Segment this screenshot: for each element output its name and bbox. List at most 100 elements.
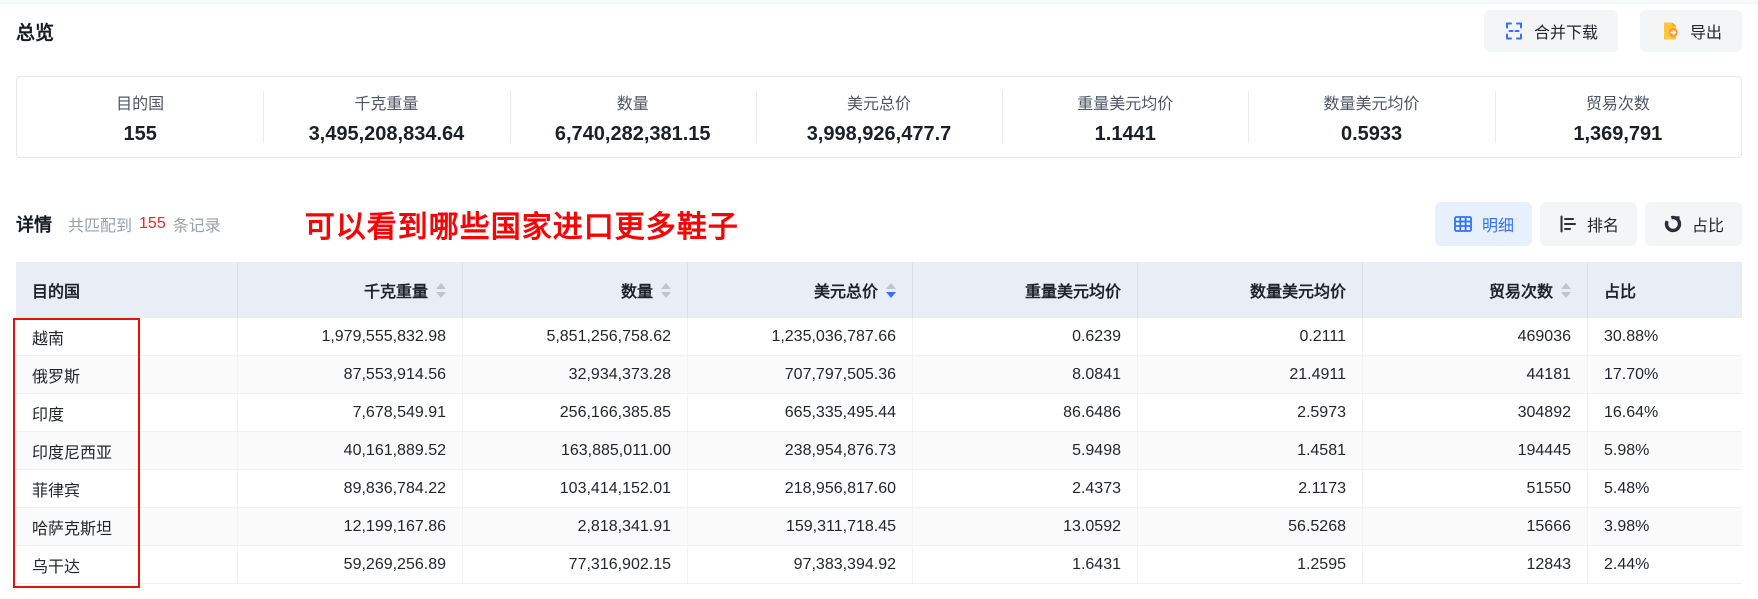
column-header-kg-weight[interactable]: 千克重量 (238, 262, 463, 318)
match-count: 155 (139, 215, 166, 232)
toolbar: 合并下载 导出 (1483, 10, 1742, 52)
cell-usd-total: 665,335,495.44 (688, 394, 913, 431)
data-table: 目的国 千克重量 数量 美元总价 重量美元均价 数量美元均价 贸易次数 占比 越… (16, 262, 1742, 584)
cell-destination-country: 印度尼西亚 (16, 432, 238, 469)
table-row[interactable]: 印度尼西亚 40,161,889.52 163,885,011.00 238,954,… (16, 432, 1742, 470)
cell-share: 17.70% (1604, 365, 1659, 383)
merge-download-button[interactable]: 合并下载 (1483, 10, 1618, 52)
match-suffix: 条记录 (172, 218, 221, 235)
summary-stat-quantity: 数量 6,740,282,381.15 (509, 77, 756, 157)
column-header-label: 数量 (620, 284, 653, 301)
stat-value: 0.5933 (1340, 123, 1403, 145)
column-header-label: 重量美元均价 (1024, 284, 1121, 301)
summary-stat-usd-per-unit: 数量美元均价 0.5933 (1248, 77, 1494, 157)
column-header-usd-per-kg: 重量美元均价 (913, 262, 1138, 318)
column-header-destination-country: 目的国 (16, 262, 238, 318)
sort-icon[interactable] (1561, 282, 1571, 298)
cell-trade-count: 12843 (1363, 546, 1588, 583)
merge-download-icon (1504, 21, 1524, 41)
stat-label: 重量美元均价 (1077, 96, 1174, 113)
stat-label: 美元总价 (846, 96, 911, 113)
cell-usd-total: 97,383,394.92 (688, 546, 913, 583)
top-divider (0, 0, 1758, 4)
column-header-label: 占比 (1604, 284, 1637, 301)
cell-destination-country: 俄罗斯 (16, 356, 238, 393)
cell-kg-weight: 7,678,549.91 (238, 394, 463, 431)
view-tab-proportion[interactable]: 占比 (1644, 202, 1742, 246)
column-header-quantity[interactable]: 数量 (463, 262, 688, 318)
stat-label: 数量 (616, 96, 649, 113)
sort-icon[interactable] (436, 282, 446, 298)
stat-label: 千克重量 (354, 96, 419, 113)
export-button[interactable]: 导出 (1639, 10, 1742, 52)
detail-title: 详情 (16, 215, 52, 235)
column-header-label: 千克重量 (363, 284, 428, 301)
cell-usd-per-kg: 86.6486 (913, 394, 1138, 431)
cell-usd-per-unit: 2.1173 (1138, 470, 1363, 507)
cell-usd-per-unit: 1.2595 (1138, 546, 1363, 583)
cell-trade-count: 304892 (1363, 394, 1588, 431)
cell-kg-weight: 89,836,784.22 (238, 470, 463, 507)
match-prefix: 共匹配到 (68, 218, 133, 235)
cell-destination-country: 哈萨克斯坦 (16, 508, 238, 545)
detail-header: 详情 共匹配到 155 条记录 可以看到哪些国家进口更多鞋子 明细 排名 占比 (16, 200, 1742, 248)
view-tab-detail[interactable]: 明细 (1434, 202, 1532, 246)
cell-kg-weight: 12,199,167.86 (238, 508, 463, 545)
cell-quantity: 77,316,902.15 (463, 546, 688, 583)
summary-stat-usd-per-kg: 重量美元均价 1.1441 (1002, 77, 1248, 157)
cell-quantity: 103,414,152.01 (463, 470, 688, 507)
cell-destination-country: 菲律宾 (16, 470, 238, 507)
table-row[interactable]: 哈萨克斯坦 12,199,167.86 2,818,341.91 159,311,71… (16, 508, 1742, 546)
table-row[interactable]: 越南 1,979,555,832.98 5,851,256,758.62 1,235,… (16, 318, 1742, 356)
cell-share: 5.48% (1604, 479, 1650, 497)
ranking-icon (1558, 214, 1578, 234)
cell-destination-country: 越南 (16, 318, 238, 355)
table-header-row: 目的国 千克重量 数量 美元总价 重量美元均价 数量美元均价 贸易次数 占比 (16, 262, 1742, 318)
column-header-usd-total[interactable]: 美元总价 (688, 262, 913, 318)
view-tab-ranking[interactable]: 排名 (1539, 202, 1637, 246)
summary-stat-usd-total: 美元总价 3,998,926,477.7 (755, 77, 1002, 157)
cell-quantity: 256,166,385.85 (463, 394, 688, 431)
cell-quantity: 5,851,256,758.62 (463, 318, 688, 355)
cell-kg-weight: 59,269,256.89 (238, 546, 463, 583)
cell-usd-total: 707,797,505.36 (688, 356, 913, 393)
cell-usd-per-kg: 0.6239 (913, 318, 1138, 355)
table-icon (1453, 214, 1473, 234)
cell-trade-count: 15666 (1363, 508, 1588, 545)
cell-trade-count: 44181 (1363, 356, 1588, 393)
donut-icon (1663, 214, 1683, 234)
table-row[interactable]: 菲律宾 89,836,784.22 103,414,152.01 218,956,81… (16, 470, 1742, 508)
stat-value: 3,495,208,834.64 (308, 123, 465, 145)
column-header-label: 美元总价 (813, 284, 878, 301)
view-tab-label: 排名 (1586, 218, 1619, 235)
stat-label: 贸易次数 (1585, 96, 1650, 113)
stat-value: 3,998,926,477.7 (806, 123, 952, 145)
sort-icon[interactable] (661, 282, 671, 298)
cell-usd-per-kg: 2.4373 (913, 470, 1138, 507)
table-row[interactable]: 印度 7,678,549.91 256,166,385.85 665,335,495.… (16, 394, 1742, 432)
cell-kg-weight: 1,979,555,832.98 (238, 318, 463, 355)
sort-icon[interactable] (886, 282, 896, 298)
column-header-trade-count[interactable]: 贸易次数 (1363, 262, 1588, 318)
cell-usd-per-unit: 2.5973 (1138, 394, 1363, 431)
stat-label: 数量美元均价 (1323, 96, 1420, 113)
table-row[interactable]: 俄罗斯 87,553,914.56 32,934,373.28 707,797,505… (16, 356, 1742, 394)
cell-usd-total: 159,311,718.45 (688, 508, 913, 545)
table-row[interactable]: 乌干达 59,269,256.89 77,316,902.15 97,383,394.… (16, 546, 1742, 584)
column-header-label: 数量美元均价 (1249, 284, 1346, 301)
column-header-share: 占比 (1588, 262, 1742, 318)
summary-stat-destination-country: 目的国 155 (17, 77, 263, 157)
cell-usd-per-kg: 1.6431 (913, 546, 1138, 583)
stat-value: 155 (123, 123, 157, 145)
view-tab-label: 明细 (1481, 218, 1514, 235)
table-body: 越南 1,979,555,832.98 5,851,256,758.62 1,235,… (16, 318, 1742, 584)
cell-destination-country: 乌干达 (16, 546, 238, 583)
cell-share: 16.64% (1604, 403, 1659, 421)
view-tabs: 明细 排名 占比 (1434, 202, 1742, 246)
cell-share: 3.98% (1604, 517, 1650, 535)
column-header-label: 目的国 (32, 284, 81, 301)
cell-share: 2.44% (1604, 555, 1650, 573)
cell-usd-per-unit: 1.4581 (1138, 432, 1363, 469)
page-title: 总览 (16, 22, 55, 44)
cell-trade-count: 194445 (1363, 432, 1588, 469)
